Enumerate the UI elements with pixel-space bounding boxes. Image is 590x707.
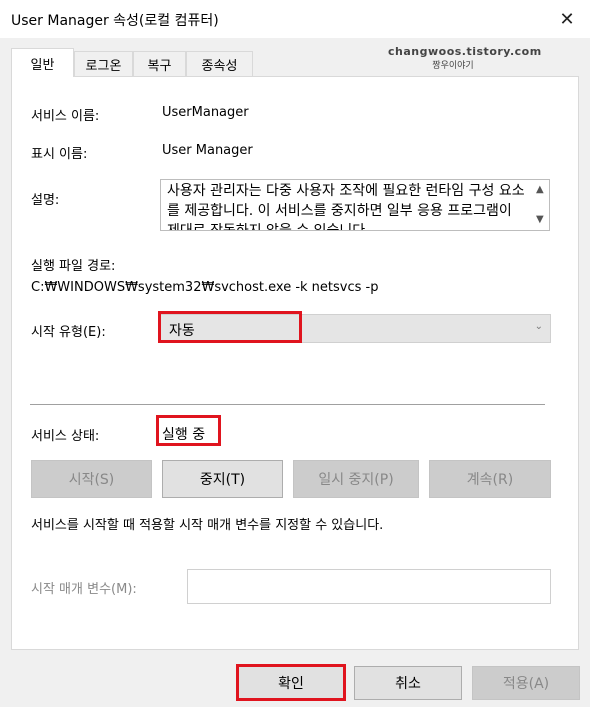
params-label: 시작 매개 변수(M): [31, 582, 137, 597]
pause-button[interactable]: 일시 중지(P) [293, 460, 419, 498]
start-button[interactable]: 시작(S) [31, 460, 152, 498]
section-divider [30, 404, 545, 405]
watermark-name: 짱우이야기 [432, 61, 474, 71]
description-box[interactable]: 사용자 관리자는 다중 사용자 조작에 필요한 런타임 구성 요소를 제공합니다… [160, 179, 550, 231]
scroll-up-icon[interactable]: ▲ [536, 184, 544, 195]
service-status-value: 실행 중 [162, 427, 206, 443]
params-hint: 서비스를 시작할 때 적용할 시작 매개 변수를 지정할 수 있습니다. [31, 518, 384, 533]
exec-path-label: 실행 파일 경로: [31, 259, 116, 274]
title-bar: User Manager 속성(로컬 컴퓨터) ✕ [0, 0, 590, 38]
resume-button[interactable]: 계속(R) [429, 460, 551, 498]
window-title: User Manager 속성(로컬 컴퓨터) [11, 13, 219, 29]
tab-logon[interactable]: 로그온 [74, 51, 133, 76]
ok-button[interactable]: 확인 [237, 666, 345, 700]
watermark: changwoos.tistory.com 짱우이야기 [388, 45, 542, 71]
stop-button[interactable]: 중지(T) [162, 460, 283, 498]
startup-type-select[interactable]: 자동 ⌄ [160, 314, 551, 343]
exec-path-value: C:₩WINDOWS₩system32₩svchost.exe -k netsv… [31, 280, 379, 295]
close-button[interactable]: ✕ [544, 0, 590, 38]
startup-type-label: 시작 유형(E): [31, 325, 106, 340]
description-text: 사용자 관리자는 다중 사용자 조작에 필요한 런타임 구성 요소를 제공합니다… [167, 183, 525, 231]
watermark-url: changwoos.tistory.com [388, 45, 542, 58]
service-name-value: UserManager [162, 105, 249, 120]
service-status-label: 서비스 상태: [31, 429, 100, 444]
close-icon: ✕ [559, 8, 575, 30]
chevron-down-icon: ⌄ [534, 321, 543, 332]
tab-recovery[interactable]: 복구 [133, 51, 186, 76]
params-input[interactable] [187, 569, 551, 604]
display-name-value: User Manager [162, 143, 253, 158]
display-name-label: 표시 이름: [31, 147, 88, 162]
startup-type-value: 자동 [169, 323, 195, 339]
general-tab-panel [11, 76, 579, 650]
tab-dependencies[interactable]: 종속성 [186, 51, 253, 76]
description-scrollbar[interactable]: ▲ ▼ [532, 180, 549, 230]
cancel-button[interactable]: 취소 [354, 666, 462, 700]
service-name-label: 서비스 이름: [31, 109, 100, 124]
description-label: 설명: [31, 193, 60, 208]
apply-button[interactable]: 적용(A) [472, 666, 580, 700]
scroll-down-icon[interactable]: ▼ [536, 214, 544, 225]
tab-general[interactable]: 일반 [11, 48, 74, 77]
